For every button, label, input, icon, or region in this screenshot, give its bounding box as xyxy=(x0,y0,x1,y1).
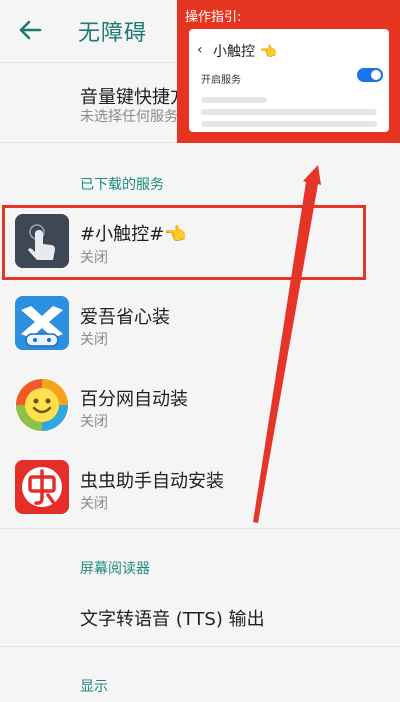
pointer-arrow xyxy=(253,165,321,523)
